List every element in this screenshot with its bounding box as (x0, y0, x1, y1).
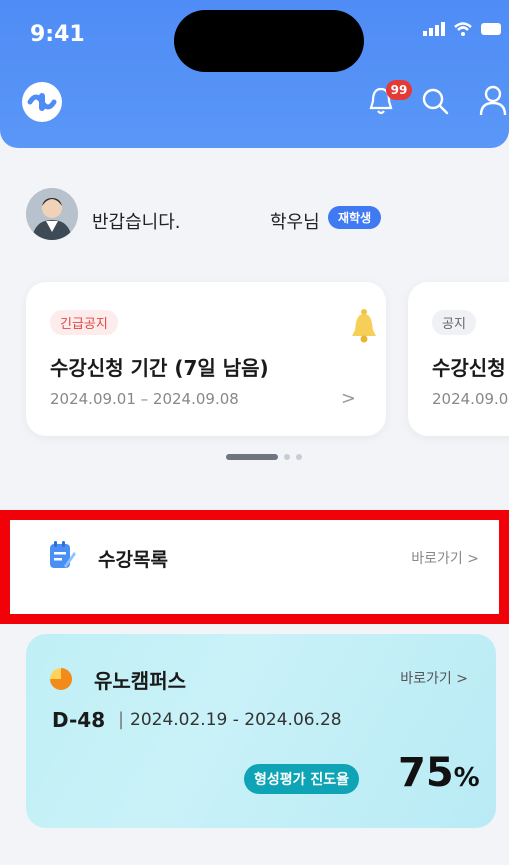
separator: | (118, 709, 125, 730)
greeting-text: 반갑습니다. (92, 212, 181, 233)
battery-icon (481, 23, 501, 35)
notice-title: 수강신청 (432, 356, 506, 380)
progress-percent: 75% (398, 750, 480, 796)
notification-badge: 99 (386, 80, 412, 100)
carousel-pager (226, 454, 302, 460)
status-badge: 재학생 (328, 206, 382, 229)
status-time: 9:41 (30, 22, 85, 47)
notice-date: 2024.09.01 – 2024.09.08 (50, 390, 239, 408)
user-name: 학우님 (270, 212, 320, 233)
notice-date: 2024.09.0 (432, 390, 509, 408)
term-date-range: 2024.02.19 - 2024.06.28 (130, 710, 342, 730)
signal-icon (423, 22, 445, 36)
user-icon[interactable] (478, 84, 508, 116)
app-logo[interactable] (22, 82, 62, 122)
app-header: 9:41 99 (0, 0, 509, 148)
pager-dot (296, 454, 302, 460)
logo-icon (27, 93, 57, 111)
dynamic-island (174, 10, 364, 72)
avatar[interactable] (26, 188, 78, 240)
notice-card[interactable]: 긴급공지 수강신청 기간 (7일 남음) 2024.09.01 – 2024.0… (26, 282, 386, 436)
uno-campus-title: 유노캠퍼스 (94, 669, 186, 693)
urgent-tag: 긴급공지 (50, 310, 118, 335)
notice-tag: 공지 (432, 310, 476, 335)
chevron-right-icon: > (340, 388, 356, 409)
notice-card[interactable]: 공지 수강신청 2024.09.0 (408, 282, 509, 436)
notice-title: 수강신청 기간 (7일 남음) (50, 356, 269, 380)
uno-campus-shortcut[interactable]: 바로가기 > (400, 668, 468, 688)
wifi-icon (454, 22, 472, 36)
highlight-box (0, 510, 509, 624)
uno-campus-logo-icon (50, 668, 72, 690)
search-icon[interactable] (420, 86, 450, 116)
progress-value: 75 (398, 750, 454, 796)
status-icons (423, 22, 501, 36)
pager-dot-active (226, 454, 278, 460)
uno-campus-card[interactable]: 유노캠퍼스 바로가기 > D-48 | 2024.02.19 - 2024.06… (26, 634, 496, 828)
profile-photo (26, 188, 78, 240)
bell-emoji-icon (352, 309, 376, 343)
progress-unit: % (453, 763, 480, 793)
progress-label-badge: 형성평가 진도율 (244, 764, 360, 794)
pager-dot (284, 454, 290, 460)
dday-label: D-48 (52, 708, 106, 732)
